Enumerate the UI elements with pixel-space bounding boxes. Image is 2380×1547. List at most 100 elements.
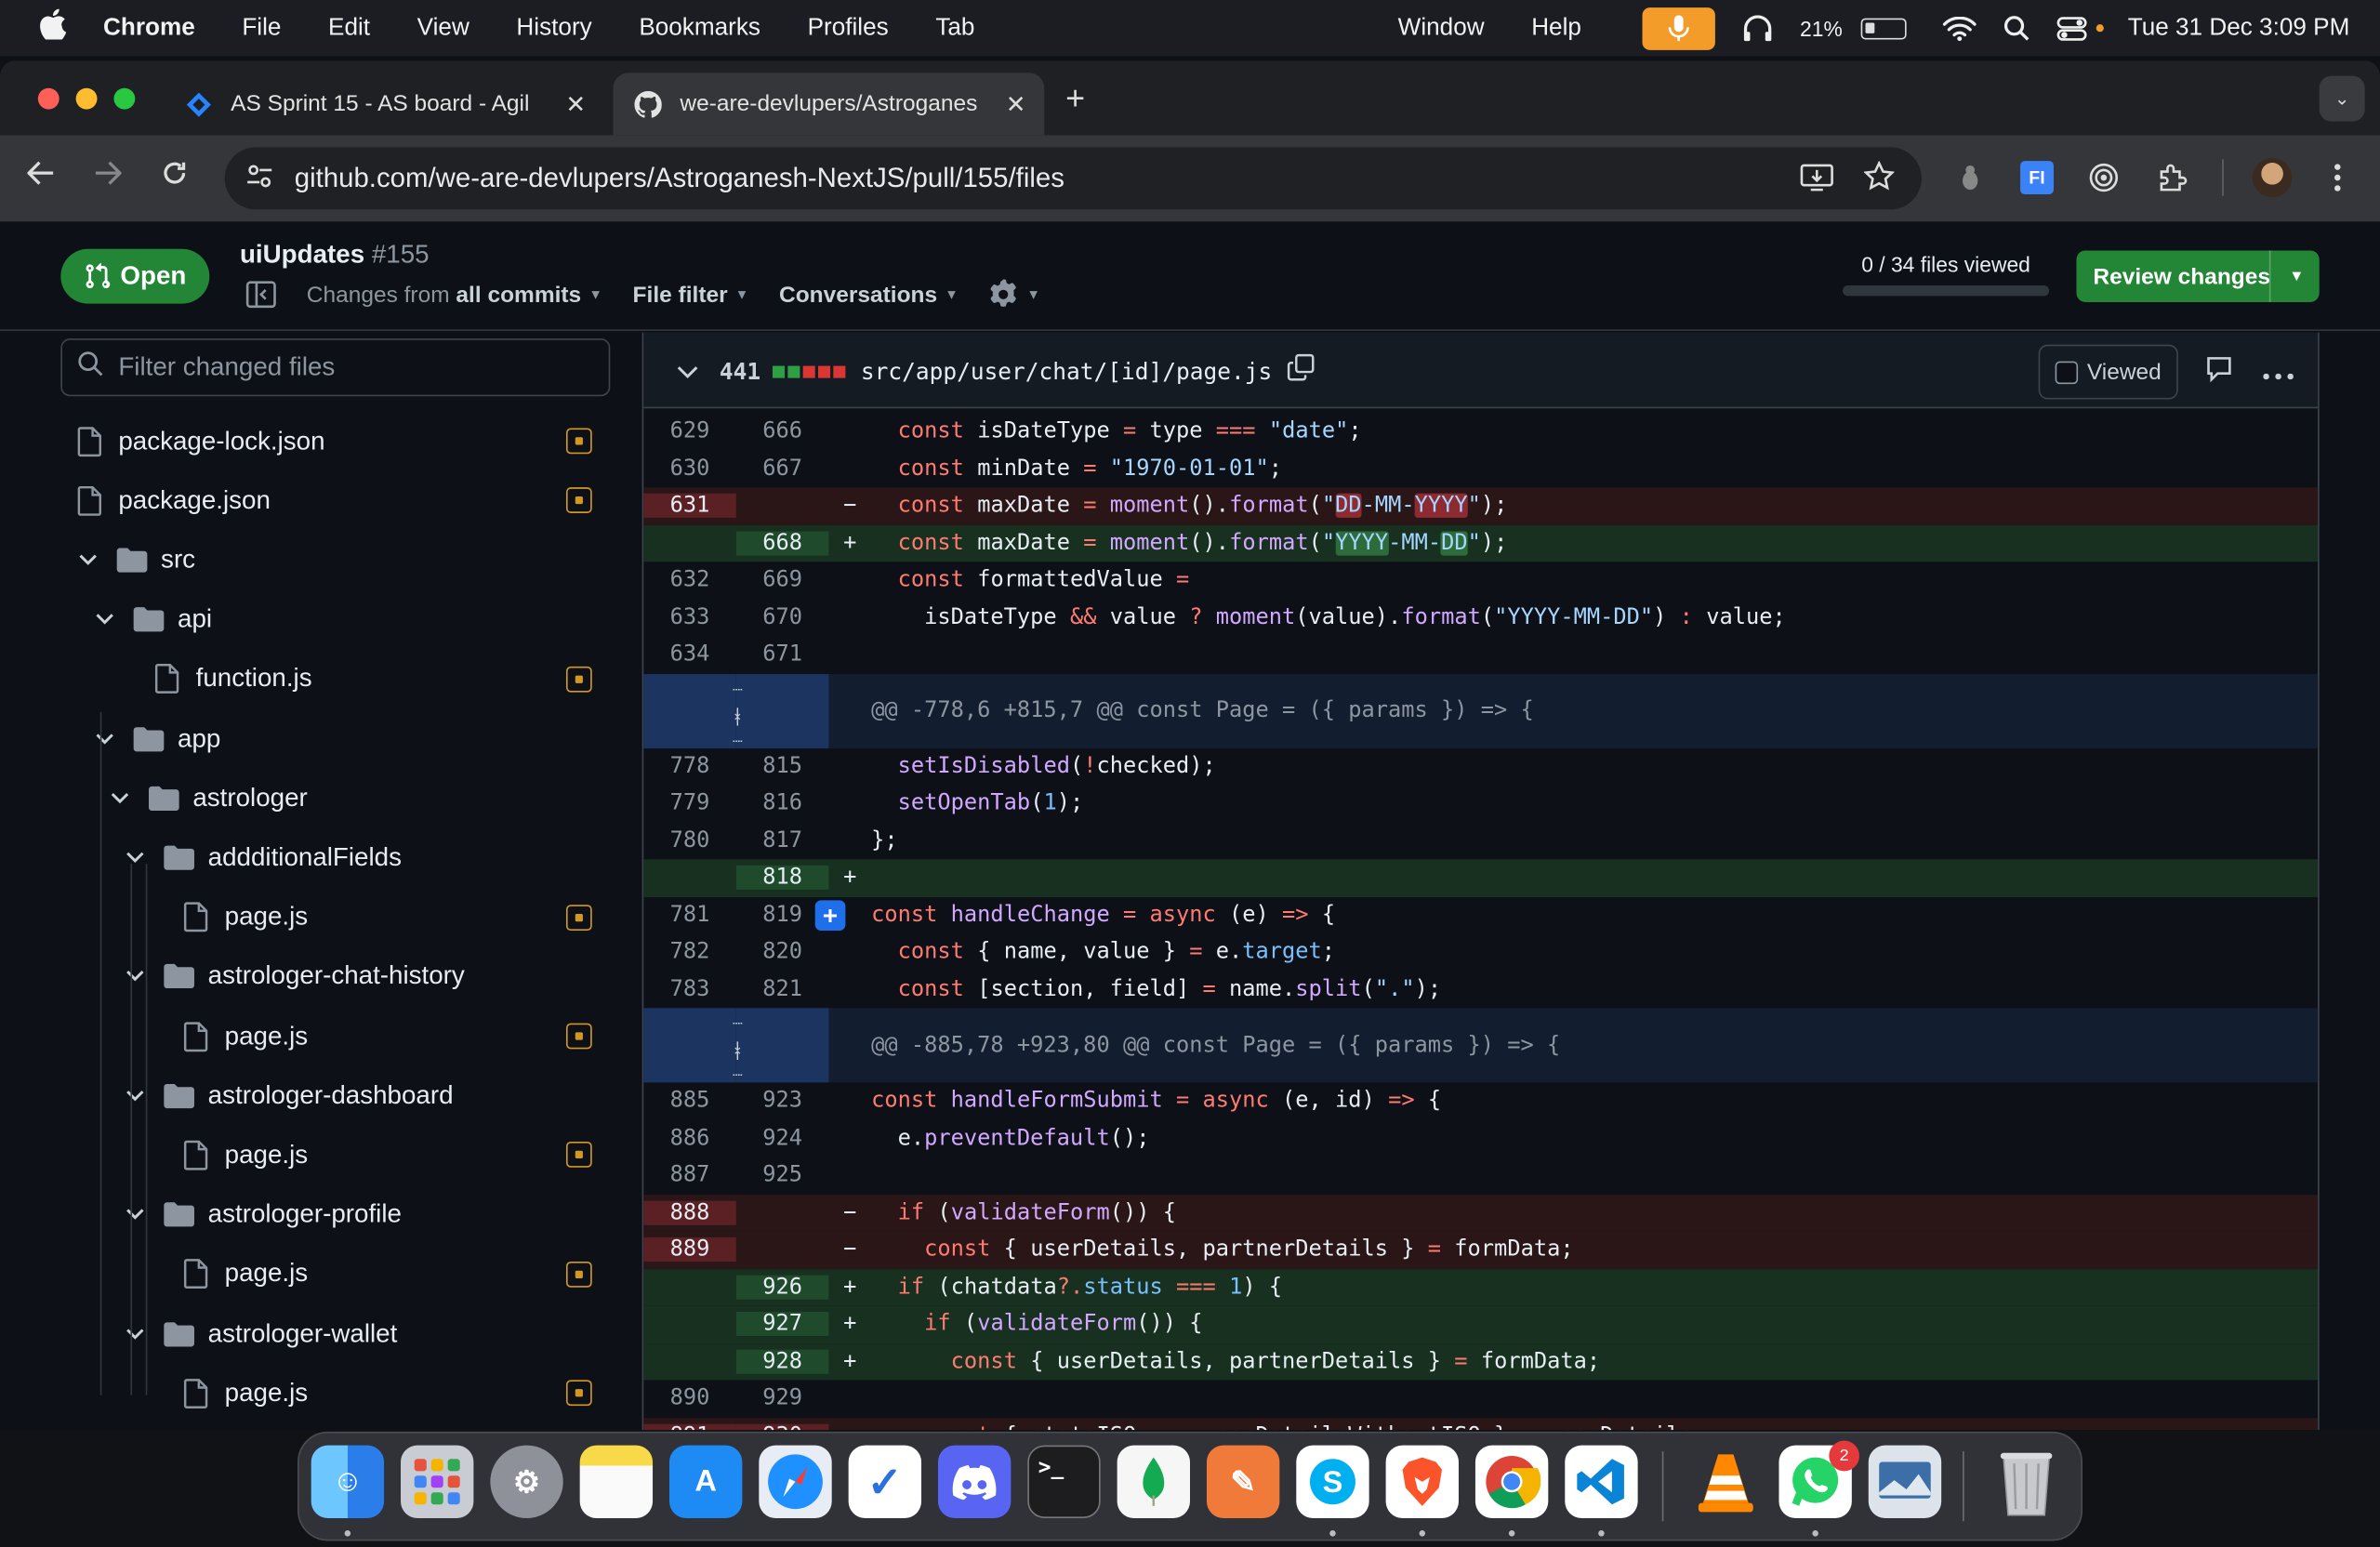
file-tree-folder[interactable]: astrologer-wallet [0,1304,641,1364]
file-filter-dropdown[interactable]: File filter ▼ [633,282,749,308]
install-app-icon[interactable] [1800,163,1833,201]
chrome-menu-icon[interactable] [2322,156,2353,199]
old-line-number[interactable]: 887 [643,1163,736,1187]
bookmark-star-icon[interactable] [1863,160,1896,199]
menu-bookmarks[interactable]: Bookmarks [639,15,760,42]
new-line-number[interactable]: 929 [736,1386,829,1410]
new-line-number[interactable]: 816 [736,791,829,815]
address-bar[interactable]: github.com/we-are-devlupers/Astroganesh-… [224,147,1922,210]
site-info-icon[interactable] [245,164,282,192]
menu-tab[interactable]: Tab [935,15,974,42]
new-line-number[interactable]: 667 [736,456,829,481]
vlc-icon[interactable] [1689,1446,1762,1518]
control-center-icon[interactable] [2056,16,2087,40]
new-line-number[interactable]: 818 [735,866,829,891]
minimize-window-button[interactable] [75,87,98,110]
discord-icon[interactable] [937,1445,1012,1518]
new-line-number[interactable]: 671 [736,642,829,667]
file-tree-file[interactable]: package.json [0,471,641,531]
new-line-number[interactable]: 928 [735,1349,829,1374]
diff-file-path[interactable]: src/app/user/chat/[id]/page.js [861,358,1272,385]
new-tab-button[interactable]: + [1065,79,1085,118]
menu-view[interactable]: View [417,15,469,42]
conversations-dropdown[interactable]: Conversations ▼ [779,282,959,308]
new-line-number[interactable]: 926 [735,1275,829,1300]
chevron-down-icon[interactable] [123,1085,147,1106]
chevron-down-icon[interactable] [108,787,132,809]
collapse-file-icon[interactable] [677,359,698,383]
old-line-number[interactable]: 630 [643,456,736,481]
tab-search-icon[interactable]: ⌄ [2319,75,2365,122]
reload-button[interactable] [161,159,188,195]
tab-github[interactable]: we-are-devlupers/Astroganes ✕ [613,73,1045,136]
old-line-number[interactable]: 629 [643,419,736,443]
chevron-down-icon[interactable] [123,1323,147,1344]
headphones-icon[interactable] [1742,14,1773,42]
extension-target-icon[interactable] [2085,156,2122,199]
file-tree-file[interactable]: page.js [0,1364,641,1423]
terminal-icon[interactable]: >_ [1027,1445,1101,1518]
old-line-number[interactable]: 890 [643,1386,736,1410]
notes-icon[interactable] [579,1445,654,1518]
file-tree-folder[interactable]: src [0,531,641,590]
extensions-icon[interactable] [2152,156,2191,199]
tab-jira[interactable]: AS Sprint 15 - AS board - Agil ✕ [164,73,603,135]
menu-history[interactable]: History [516,15,591,42]
new-line-number[interactable]: 817 [736,828,829,853]
app-store-icon[interactable]: A [669,1445,743,1518]
new-line-number[interactable]: 670 [736,605,829,629]
new-line-number[interactable]: 821 [736,977,829,1001]
profile-avatar[interactable] [2252,156,2293,199]
expand-down-icon[interactable]: ↑ ┈ [722,709,753,752]
old-line-number[interactable]: 778 [643,754,736,778]
zoom-window-button[interactable] [113,87,136,110]
viewed-checkbox[interactable]: Viewed [2038,344,2178,400]
file-tree-file[interactable]: page.js [0,1126,641,1185]
new-line-number[interactable]: 924 [736,1126,829,1150]
file-tree-folder[interactable]: astrologer-dashboard [0,1066,641,1126]
chevron-down-icon[interactable] [123,847,147,868]
file-tree-file[interactable]: page.js [0,1245,641,1304]
safari-icon[interactable] [759,1445,832,1518]
preview-icon[interactable] [1868,1445,1942,1518]
chrome-icon[interactable] [1474,1445,1549,1518]
menu-window[interactable]: Window [1398,15,1485,42]
filter-changed-files-input[interactable]: Filter changed files [60,338,611,397]
new-line-number[interactable]: 925 [736,1163,829,1187]
chevron-down-icon[interactable] [76,549,100,571]
menu-edit[interactable]: Edit [328,15,370,42]
skype-icon[interactable]: S [1296,1445,1369,1518]
new-line-number[interactable]: 669 [736,568,829,592]
file-tree-folder[interactable]: app [0,709,641,769]
file-tree-file[interactable]: function.js [0,650,641,709]
old-line-number[interactable]: 783 [643,977,736,1001]
close-tab-icon[interactable]: ✕ [1006,89,1026,120]
old-line-number[interactable]: 782 [643,940,736,964]
todo-icon[interactable]: ✓ [848,1445,922,1518]
battery-icon[interactable] [1860,17,1907,39]
mongodb-icon[interactable] [1117,1445,1190,1518]
old-line-number[interactable]: 780 [643,828,736,853]
expand-down-icon[interactable]: ↑ ┈ [722,1044,753,1087]
menubar-clock[interactable]: Tue 31 Dec 3:09 PM [2128,15,2350,42]
brave-icon[interactable] [1385,1445,1459,1518]
vscode-icon[interactable] [1565,1445,1638,1518]
system-settings-icon[interactable]: ⚙ [490,1445,563,1518]
extension-fi-icon[interactable]: FI [2018,156,2055,199]
new-line-number[interactable]: 668 [735,531,829,556]
chevron-down-icon[interactable] [123,966,147,987]
old-line-number[interactable]: 634 [643,642,736,667]
new-line-number[interactable]: 815 [736,754,829,778]
menu-help[interactable]: Help [1531,15,1581,42]
close-tab-icon[interactable]: ✕ [565,89,586,120]
microphone-icon[interactable] [1642,7,1715,50]
file-tree-file[interactable]: page.js [0,1007,641,1066]
menu-profiles[interactable]: Profiles [808,15,889,42]
changes-from-dropdown[interactable]: Changes from all commits ▼ [307,282,602,308]
pencil-app-icon[interactable]: ✎ [1206,1445,1280,1518]
chevron-down-icon[interactable] [93,609,117,630]
chevron-down-icon[interactable]: ▼ [2289,268,2304,284]
file-tree-file[interactable]: package-lock.json [0,412,641,471]
launchpad-icon[interactable] [401,1445,474,1518]
toggle-file-tree-icon[interactable] [245,281,276,309]
